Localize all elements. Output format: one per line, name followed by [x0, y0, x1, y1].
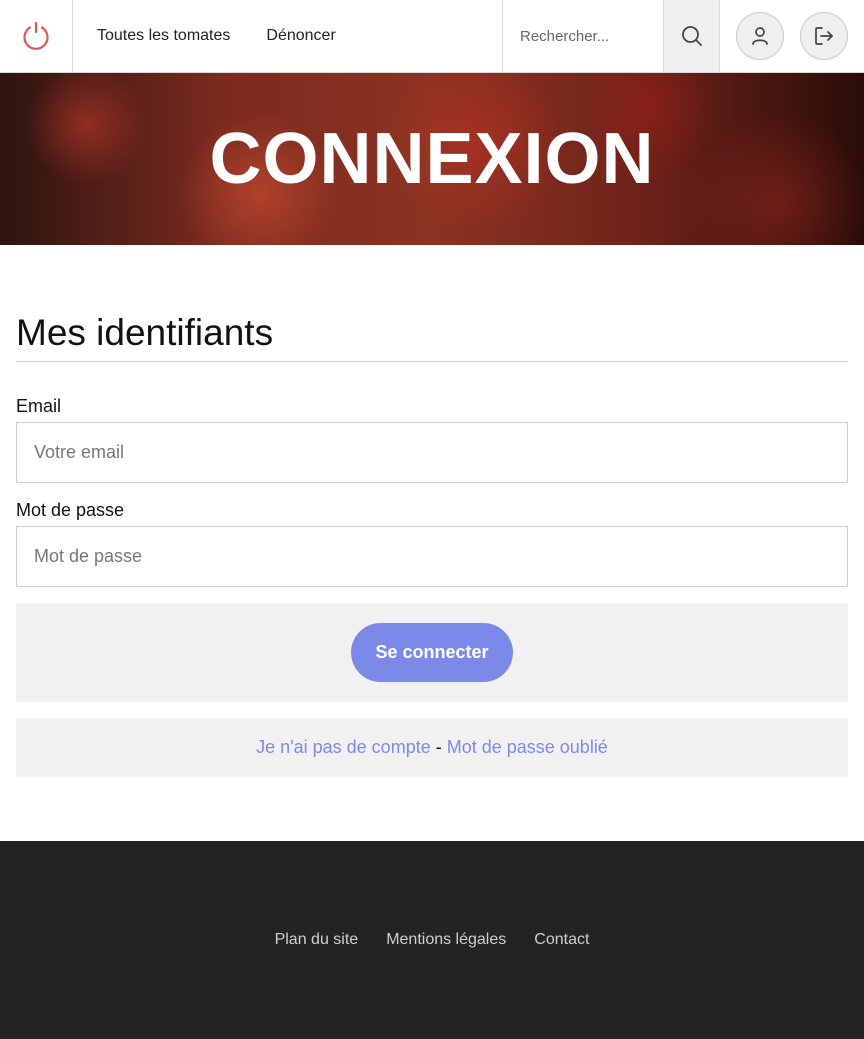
page-title: CONNEXION [209, 119, 655, 199]
submit-panel: Se connecter [16, 603, 848, 702]
main-nav: Toutes les tomates Dénoncer [97, 0, 336, 72]
logout-button[interactable] [800, 12, 848, 60]
search-button[interactable] [663, 0, 719, 72]
nav-link-all-tomatoes[interactable]: Toutes les tomates [97, 27, 230, 45]
account-links: Je n'ai pas de compte - Mot de passe oub… [16, 718, 848, 777]
logout-icon [815, 27, 833, 45]
search-bar [502, 0, 720, 72]
email-field[interactable] [16, 422, 848, 483]
forgot-password-link[interactable]: Mot de passe oublié [447, 737, 608, 758]
home-logo[interactable] [0, 0, 73, 72]
hero-banner: CONNEXION [0, 73, 864, 245]
no-account-link[interactable]: Je n'ai pas de compte [256, 737, 431, 758]
site-header: Toutes les tomates Dénoncer [0, 0, 864, 73]
site-footer: Plan du site Mentions légales Contact [0, 841, 864, 1039]
email-label: Email [16, 396, 62, 416]
footer-link-legal[interactable]: Mentions légales [386, 931, 506, 949]
account-button[interactable] [736, 12, 784, 60]
footer-link-contact[interactable]: Contact [534, 931, 589, 949]
credentials-heading: Mes identifiants [16, 312, 274, 353]
password-field[interactable] [16, 526, 848, 587]
section-divider [16, 361, 848, 362]
footer-link-sitemap[interactable]: Plan du site [275, 931, 359, 949]
nav-link-report[interactable]: Dénoncer [266, 27, 335, 45]
search-icon [681, 26, 702, 46]
link-separator: - [435, 737, 442, 757]
password-label: Mot de passe [16, 500, 125, 520]
user-icon [752, 27, 768, 45]
search-input[interactable] [503, 0, 663, 72]
power-icon [23, 21, 49, 50]
login-button[interactable]: Se connecter [351, 623, 513, 682]
